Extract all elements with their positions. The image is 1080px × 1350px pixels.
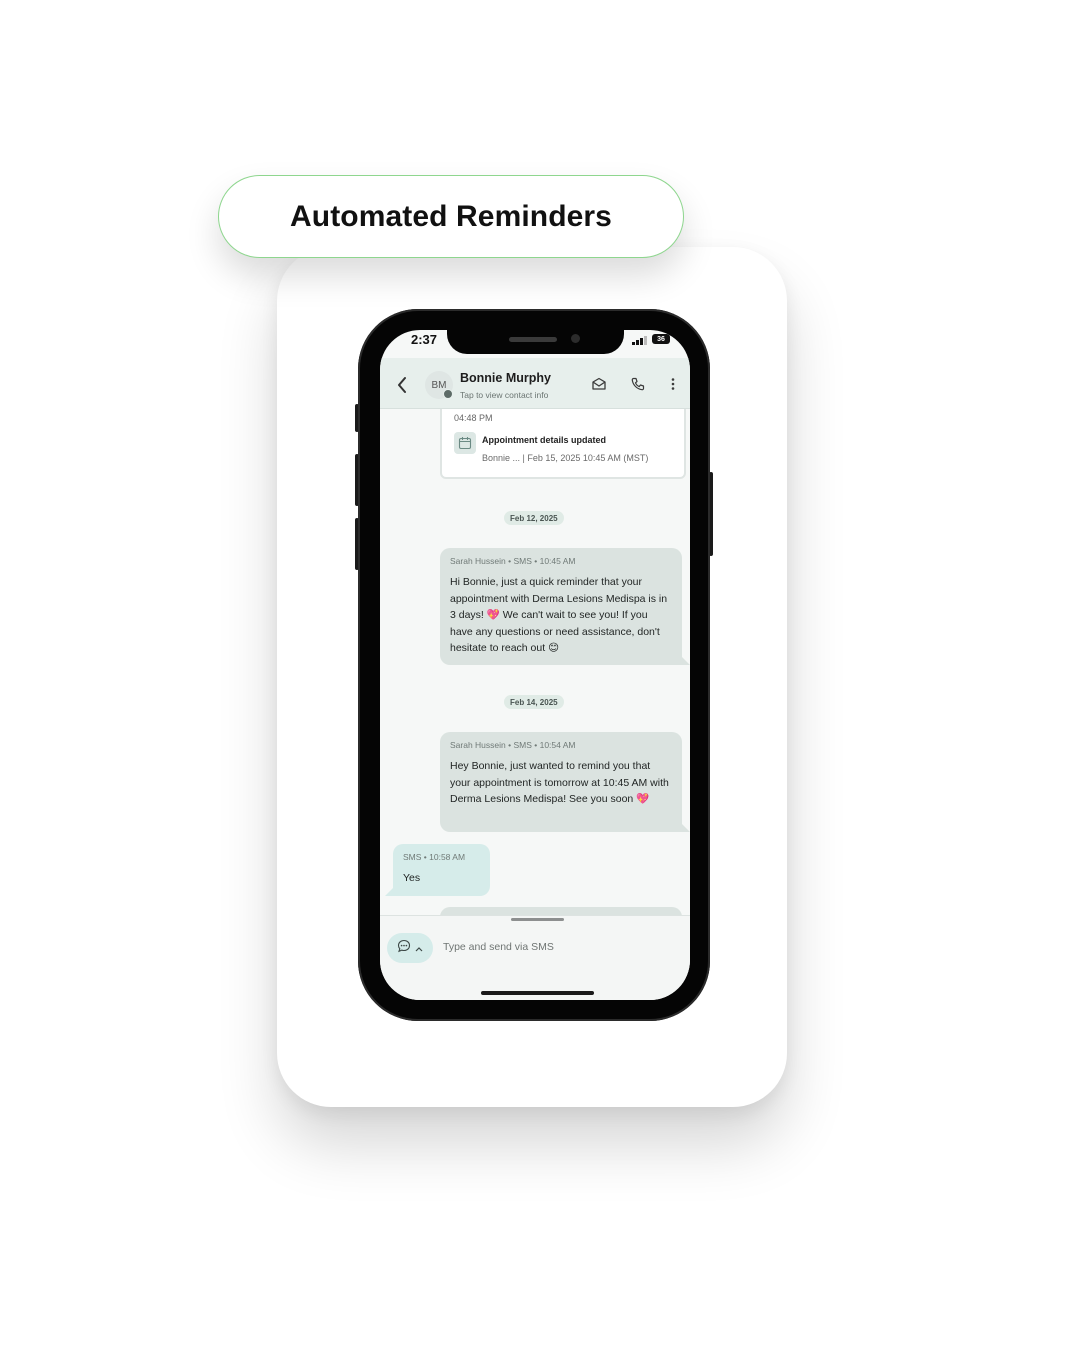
appointment-title: Appointment details updated xyxy=(482,435,607,445)
status-time: 2:37 xyxy=(411,332,438,347)
message-channel: SMS xyxy=(513,556,532,566)
email-icon[interactable] xyxy=(591,376,607,397)
sender-name: Sarah Hussein xyxy=(450,556,506,566)
incoming-message[interactable]: SMS • 10:58 AM Yes xyxy=(393,844,490,896)
phone-screen: 2:37 36 BM Bonnie Murphy Tap to view con… xyxy=(380,330,690,1000)
outgoing-message-partial[interactable] xyxy=(440,907,682,915)
message-meta: Sarah Hussein • SMS • 10:54 AM xyxy=(450,740,576,750)
signal-icon xyxy=(632,335,647,345)
feature-banner: Automated Reminders xyxy=(218,175,684,258)
message-time: 10:54 AM xyxy=(539,740,576,750)
message-time: 10:45 AM xyxy=(539,556,576,566)
message-text: Hi Bonnie, just a quick reminder that yo… xyxy=(450,576,668,654)
earpiece-speaker xyxy=(509,337,557,342)
more-vertical-icon[interactable] xyxy=(670,376,676,397)
avatar-channel-badge-icon xyxy=(443,389,453,399)
date-separator: Feb 14, 2025 xyxy=(504,695,564,709)
channel-selector-button[interactable] xyxy=(387,933,433,963)
message-input[interactable]: Type and send via SMS xyxy=(443,941,554,953)
phone-notch xyxy=(447,330,624,354)
message-text: Yes xyxy=(403,872,421,884)
appointment-update-card[interactable]: 04:48 PM Appointment details updated Bon… xyxy=(440,409,686,479)
chevron-up-icon xyxy=(415,939,423,957)
bubble-tail xyxy=(682,824,690,832)
front-camera xyxy=(571,334,580,343)
drag-handle[interactable] xyxy=(511,918,564,921)
back-chevron-icon[interactable] xyxy=(396,375,408,400)
chat-bubble-icon xyxy=(397,939,411,958)
home-indicator xyxy=(481,991,594,995)
appointment-detail: Bonnie ... | Feb 15, 2025 10:45 AM (MST) xyxy=(482,453,649,463)
date-label: Feb 12, 2025 xyxy=(510,513,558,523)
sender-name: Sarah Hussein xyxy=(450,740,506,750)
date-separator: Feb 12, 2025 xyxy=(504,511,564,525)
calendar-icon xyxy=(454,432,476,454)
feature-title: Automated Reminders xyxy=(290,199,612,233)
battery-icon: 36 xyxy=(652,334,670,344)
message-time: 10:58 AM xyxy=(429,852,466,862)
date-label: Feb 14, 2025 xyxy=(510,697,558,707)
bubble-tail xyxy=(385,888,393,896)
message-thread[interactable]: 04:48 PM Appointment details updated Bon… xyxy=(380,409,690,915)
phone-icon[interactable] xyxy=(630,376,646,397)
outgoing-message[interactable]: Sarah Hussein • SMS • 10:54 AM Hey Bonni… xyxy=(440,732,682,832)
message-channel: SMS xyxy=(513,740,532,750)
message-channel: SMS xyxy=(403,852,422,862)
message-meta: Sarah Hussein • SMS • 10:45 AM xyxy=(450,556,576,566)
outgoing-message[interactable]: Sarah Hussein • SMS • 10:45 AM Hi Bonnie… xyxy=(440,548,682,665)
contact-name[interactable]: Bonnie Murphy xyxy=(460,371,551,385)
bubble-tail xyxy=(682,657,690,665)
appointment-time: 04:48 PM xyxy=(454,413,493,423)
message-meta: SMS • 10:58 AM xyxy=(403,852,466,862)
battery-level: 36 xyxy=(657,335,665,343)
contact-subtitle[interactable]: Tap to view contact info xyxy=(460,390,548,400)
message-text: Hey Bonnie, just wanted to remind you th… xyxy=(450,760,669,805)
